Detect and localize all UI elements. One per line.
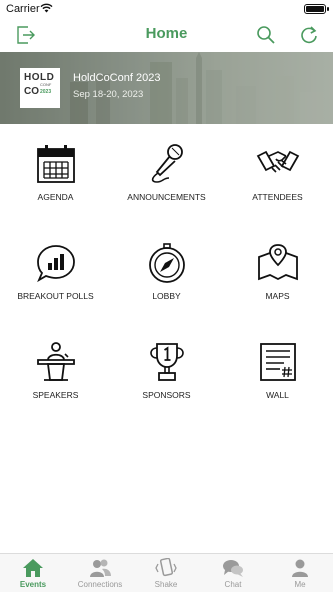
logo-year: 2023 (40, 89, 52, 95)
wifi-icon (40, 3, 53, 13)
trophy-icon (149, 343, 184, 381)
carrier-label: Carrier (6, 3, 40, 15)
tile-maps[interactable]: MAPS (222, 241, 333, 321)
tile-announcements[interactable]: ANNOUNCEMENTS (111, 142, 222, 222)
tile-label: SPONSORS (142, 390, 191, 400)
logo-line2-text: CO (24, 86, 39, 97)
tile-breakout-polls[interactable]: BREAKOUT POLLS (0, 241, 111, 321)
event-name: HoldCoConf 2023 (73, 72, 161, 84)
nav-bar: Home (0, 20, 333, 52)
tile-label: LOBBY (152, 291, 181, 301)
event-logo: HOLD CO CONF 2023 (20, 68, 60, 108)
tab-shake[interactable]: Shake (133, 558, 199, 592)
map-pin-icon (257, 244, 298, 281)
event-dates: Sep 18-20, 2023 (73, 89, 144, 100)
poll-bubble-icon (36, 245, 75, 283)
logo-sub: CONF 2023 (39, 83, 51, 97)
microphone-icon (151, 144, 183, 183)
tile-speakers[interactable]: SPEAKERS (0, 340, 111, 420)
people-icon (90, 559, 111, 577)
tile-label: ATTENDEES (252, 192, 303, 202)
tile-agenda[interactable]: AGENDA (0, 142, 111, 222)
battery-level (306, 6, 324, 12)
tile-attendees[interactable]: ATTENDEES (222, 142, 333, 222)
tile-label: MAPS (265, 291, 290, 301)
tab-label: Chat (224, 580, 242, 589)
house-icon (23, 559, 43, 577)
tile-wall[interactable]: WALL (222, 340, 333, 420)
person-icon (292, 559, 308, 577)
tile-label: WALL (266, 390, 289, 400)
tile-label: ANNOUNCEMENTS (127, 192, 206, 202)
tile-label: AGENDA (37, 192, 74, 202)
tab-me[interactable]: Me (267, 558, 333, 592)
tab-bar: Events Connections Shake Chat Me (0, 553, 333, 592)
tile-label: BREAKOUT POLLS (17, 291, 94, 301)
tile-label: SPEAKERS (32, 390, 79, 400)
event-banner[interactable]: HOLD CO CONF 2023 HoldCoConf 2023 Sep 18… (0, 52, 333, 124)
chat-bubbles-icon (223, 560, 243, 577)
shake-phone-icon (155, 558, 177, 577)
tab-label: Connections (77, 580, 123, 589)
search-icon (257, 26, 275, 44)
status-bar: Carrier (0, 0, 333, 20)
tab-events[interactable]: Events (0, 558, 66, 592)
calendar-icon (36, 145, 75, 183)
podium-speaker-icon (36, 342, 75, 381)
battery-icon (304, 4, 329, 14)
refresh-button[interactable] (296, 22, 322, 48)
wall-post-icon (259, 343, 296, 381)
tab-connections[interactable]: Connections (67, 558, 133, 592)
compass-icon (148, 243, 185, 283)
page-title: Home (145, 25, 188, 42)
handshake-icon (256, 150, 299, 173)
tile-sponsors[interactable]: SPONSORS (111, 340, 222, 420)
logo-line2: CO CONF 2023 (24, 83, 56, 97)
refresh-icon (301, 26, 317, 44)
tab-label: Me (294, 580, 306, 589)
tile-lobby[interactable]: LOBBY (111, 241, 222, 321)
search-button[interactable] (253, 22, 279, 48)
tab-chat[interactable]: Chat (200, 558, 266, 592)
tab-label: Events (19, 580, 47, 589)
tab-label: Shake (154, 580, 178, 589)
